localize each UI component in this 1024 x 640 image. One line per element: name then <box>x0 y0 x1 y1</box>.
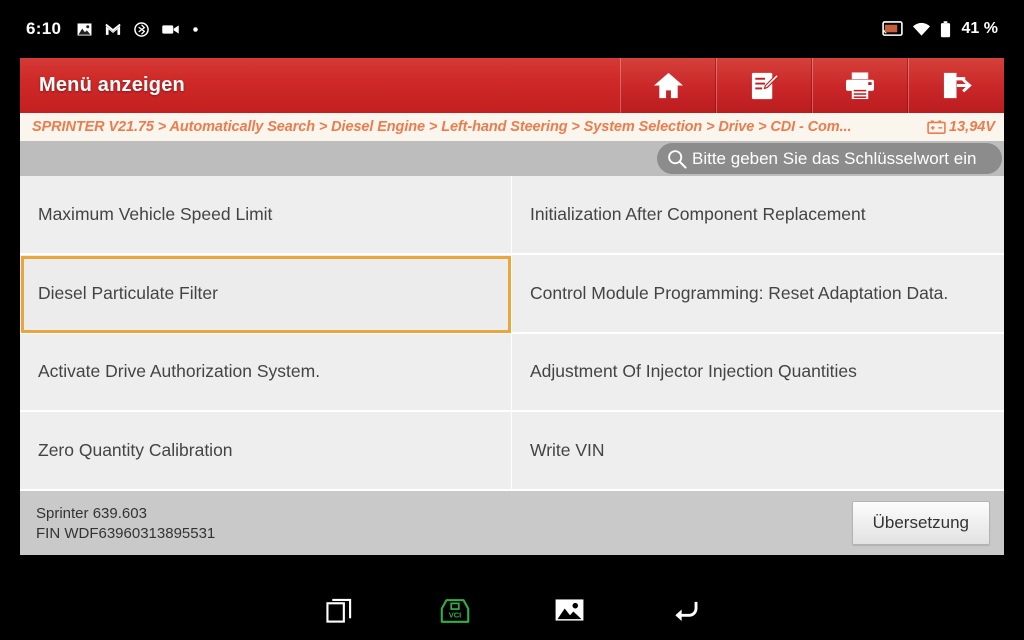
android-navigation-bar: VCI <box>0 580 1024 640</box>
vehicle-info-texts: Sprinter 639.603 FIN WDF63960313895531 <box>36 505 215 542</box>
menu-item-label: Zero Quantity Calibration <box>38 440 233 461</box>
menu-item[interactable]: Activate Drive Authorization System. <box>20 333 512 413</box>
menu-item-label: Control Module Programming: Reset Adapta… <box>530 282 949 303</box>
vehicle-model: Sprinter 639.603 <box>36 504 147 522</box>
vci-button[interactable]: VCI <box>397 580 512 640</box>
image-icon <box>77 22 92 36</box>
header-action-bar <box>620 58 1004 113</box>
vehicle-info-bar: Sprinter 639.603 FIN WDF63960313895531 Ü… <box>20 491 1004 555</box>
recent-apps-button[interactable] <box>282 580 397 640</box>
search-input[interactable]: Bitte geben Sie das Schlüsselwort ein <box>657 143 1002 174</box>
printer-icon <box>844 71 876 100</box>
exit-button[interactable] <box>908 58 1004 113</box>
back-arrow-icon <box>670 598 699 622</box>
status-system-icons: 41 % <box>881 20 998 38</box>
search-bar: Bitte geben Sie das Schlüsselwort ein <box>20 141 1004 176</box>
menu-item[interactable]: Write VIN <box>512 412 1004 491</box>
status-clock: 6:10 <box>26 19 62 38</box>
print-button[interactable] <box>812 58 908 113</box>
voltage-indicator: 13,94V <box>927 119 1004 135</box>
vci-connector-icon: VCI <box>438 597 472 624</box>
cast-icon <box>881 21 903 37</box>
status-notification-icons <box>77 21 199 37</box>
battery-percent: 41 % <box>961 20 998 37</box>
car-battery-icon <box>927 120 946 134</box>
breadcrumb: SPRINTER V21.75 > Automatically Search >… <box>20 113 1004 141</box>
app-header: Menü anzeigen <box>20 58 1004 113</box>
screenshot-button[interactable] <box>512 580 627 640</box>
exit-icon <box>941 71 972 100</box>
svg-text:VCI: VCI <box>448 610 461 619</box>
menu-item-selected[interactable]: Diesel Particulate Filter <box>20 254 512 334</box>
breadcrumb-path[interactable]: SPRINTER V21.75 > Automatically Search >… <box>20 119 851 135</box>
menu-item[interactable]: Zero Quantity Calibration <box>20 412 512 491</box>
tablet-screen: 6:10 41 % Menü anzeigen SPRINTER V21.75 … <box>0 0 1024 640</box>
menu-item-label: Initialization After Component Replaceme… <box>530 203 866 224</box>
search-placeholder: Bitte geben Sie das Schlüsselwort ein <box>692 148 977 168</box>
menu-item-label: Maximum Vehicle Speed Limit <box>38 203 273 224</box>
menu-item-label: Activate Drive Authorization System. <box>38 361 321 382</box>
gmail-icon <box>105 23 121 36</box>
menu-item[interactable]: Maximum Vehicle Speed Limit <box>20 176 512 255</box>
back-button[interactable] <box>627 580 742 640</box>
edit-document-icon <box>749 71 780 101</box>
menu-item[interactable]: Adjustment Of Injector Injection Quantit… <box>512 333 1004 413</box>
image-icon <box>555 598 584 622</box>
bluetooth-icon <box>134 21 150 37</box>
android-status-bar: 6:10 41 % <box>0 0 1024 58</box>
function-menu-grid: Maximum Vehicle Speed Limit Initializati… <box>20 176 1004 491</box>
home-button[interactable] <box>620 58 716 113</box>
menu-item-label: Write VIN <box>530 440 605 461</box>
video-icon <box>162 24 179 35</box>
wifi-icon <box>912 22 931 37</box>
home-icon <box>653 71 684 100</box>
menu-item-label: Adjustment Of Injector Injection Quantit… <box>530 361 857 382</box>
menu-item[interactable]: Initialization After Component Replaceme… <box>512 176 1004 255</box>
page-title: Menü anzeigen <box>39 74 185 96</box>
dot-icon <box>192 26 199 33</box>
search-icon <box>667 149 687 169</box>
vehicle-fin: FIN WDF63960313895531 <box>36 524 216 542</box>
voltage-value: 13,94V <box>949 119 995 135</box>
menu-item-label: Diesel Particulate Filter <box>38 282 218 303</box>
recent-apps-icon <box>326 597 353 624</box>
feedback-button[interactable] <box>716 58 812 113</box>
battery-icon <box>940 20 951 38</box>
translate-button[interactable]: Übersetzung <box>851 501 990 545</box>
menu-item[interactable]: Control Module Programming: Reset Adapta… <box>512 254 1004 334</box>
